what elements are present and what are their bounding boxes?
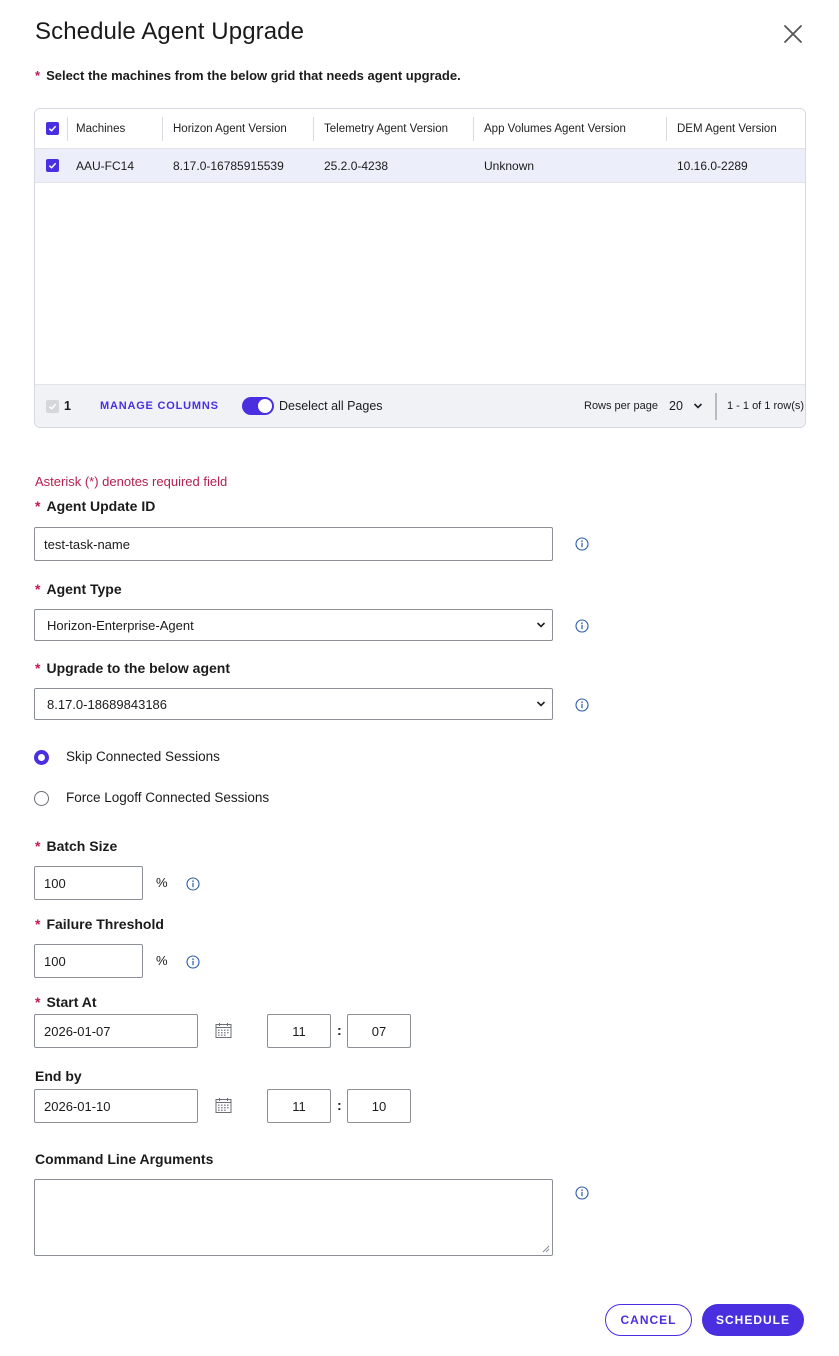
info-icon[interactable] [186,877,200,896]
info-icon[interactable] [186,955,200,974]
chevron-down-icon [536,622,546,628]
agent-type-select[interactable]: Horizon-Enterprise-Agent [34,609,553,641]
agent-type-label-text: Agent Type [46,581,122,597]
column-header-app-volumes-agent-version[interactable]: App Volumes Agent Version [484,109,626,148]
rows-per-page-select[interactable]: 20 [669,385,703,427]
failure-threshold-unit: % [156,953,168,968]
start-at-label-text: Start At [46,994,97,1010]
end-date-input[interactable]: 2026-01-10 [34,1089,198,1123]
required-marker: * [35,581,41,597]
rows-per-page-label: Rows per page [584,400,658,412]
failure-threshold-label-text: Failure Threshold [46,916,164,932]
table-row[interactable]: AAU-FC14 8.17.0-16785915539 25.2.0-4238 … [35,149,805,183]
batch-size-input[interactable]: 100 [34,866,143,900]
manage-columns-button[interactable]: MANAGE COLUMNS [100,385,219,427]
agent-type-label: * Agent Type [35,581,122,597]
agent-update-id-input[interactable]: test-task-name [34,527,553,561]
batch-size-label-text: Batch Size [46,838,118,854]
column-header-telemetry-agent-version[interactable]: Telemetry Agent Version [324,109,448,148]
deselect-all-toggle[interactable] [242,385,274,427]
cancel-button[interactable]: CANCEL [605,1304,692,1336]
end-minute-input[interactable]: 10 [347,1089,411,1123]
end-hour-input[interactable]: 11 [267,1089,331,1123]
schedule-button[interactable]: SCHEDULE [702,1304,804,1336]
agent-update-id-label: * Agent Update ID [35,498,155,514]
chevron-down-icon [693,403,702,409]
deselect-all-label: Deselect all Pages [279,399,383,413]
required-field-note: Asterisk (*) denotes required field [35,474,228,489]
agent-update-id-label-text: Agent Update ID [46,498,156,514]
skip-sessions-radio[interactable] [34,750,49,765]
grid-instruction: * Select the machines from the below grid… [35,68,461,83]
resize-handle-icon[interactable] [542,1245,550,1253]
grid-instruction-text: Select the machines from the below grid … [46,68,461,83]
select-all-checkbox[interactable] [46,109,59,148]
command-line-textarea[interactable] [34,1179,553,1256]
column-header-dem-agent-version[interactable]: DEM Agent Version [677,109,777,148]
required-marker: * [35,838,41,854]
chevron-down-icon [536,701,546,707]
failure-threshold-label: * Failure Threshold [35,916,164,932]
info-icon[interactable] [575,1186,589,1205]
upgrade-to-label-text: Upgrade to the below agent [46,660,231,676]
required-marker: * [35,498,41,514]
force-logoff-radio[interactable] [34,791,49,806]
agent-type-value: Horizon-Enterprise-Agent [47,617,194,633]
calendar-icon[interactable] [215,1097,232,1119]
cell-dem-version: 10.16.0-2289 [677,158,748,173]
grid-footer: 1 MANAGE COLUMNS Deselect all Pages Rows… [35,384,805,427]
info-icon[interactable] [575,619,589,638]
footer-select-checkbox [46,385,59,427]
required-marker: * [35,994,41,1010]
row-checkbox[interactable] [46,149,59,182]
column-header-machines[interactable]: Machines [76,109,125,148]
skip-sessions-label[interactable]: Skip Connected Sessions [66,749,220,764]
required-marker: * [35,660,41,676]
pagination-range: 1 - 1 of 1 row(s) [727,400,805,412]
info-icon[interactable] [575,537,589,556]
start-minute-input[interactable]: 07 [347,1014,411,1048]
close-icon[interactable] [782,23,804,45]
upgrade-to-value: 8.17.0-18689843186 [47,696,168,712]
force-logoff-label[interactable]: Force Logoff Connected Sessions [66,790,269,805]
cell-machine: AAU-FC14 [76,158,135,173]
cell-app-volumes-version: Unknown [484,158,535,173]
start-at-label: * Start At [35,994,97,1010]
grid-header: Machines Horizon Agent Version Telemetry… [35,109,805,149]
column-header-horizon-agent-version[interactable]: Horizon Agent Version [173,109,287,148]
failure-threshold-input[interactable]: 100 [34,944,143,978]
time-separator: : [337,1097,342,1113]
rows-per-page-value: 20 [669,399,683,413]
cell-horizon-version: 8.17.0-16785915539 [173,158,284,173]
command-line-label: Command Line Arguments [35,1151,214,1167]
batch-size-label: * Batch Size [35,838,117,854]
cell-telemetry-version: 25.2.0-4238 [324,158,389,173]
dialog-title: Schedule Agent Upgrade [35,18,305,45]
selected-count: 1 [64,399,71,413]
calendar-icon[interactable] [215,1022,232,1044]
required-marker: * [35,68,41,83]
upgrade-to-label: * Upgrade to the below agent [35,660,230,676]
batch-size-unit: % [156,875,168,890]
start-date-input[interactable]: 2026-01-07 [34,1014,198,1048]
upgrade-to-select[interactable]: 8.17.0-18689843186 [34,688,553,720]
end-by-label: End by [35,1068,82,1084]
info-icon[interactable] [575,698,589,717]
time-separator: : [337,1022,342,1038]
machines-grid: Machines Horizon Agent Version Telemetry… [34,108,806,428]
start-hour-input[interactable]: 11 [267,1014,331,1048]
required-marker: * [35,916,41,932]
